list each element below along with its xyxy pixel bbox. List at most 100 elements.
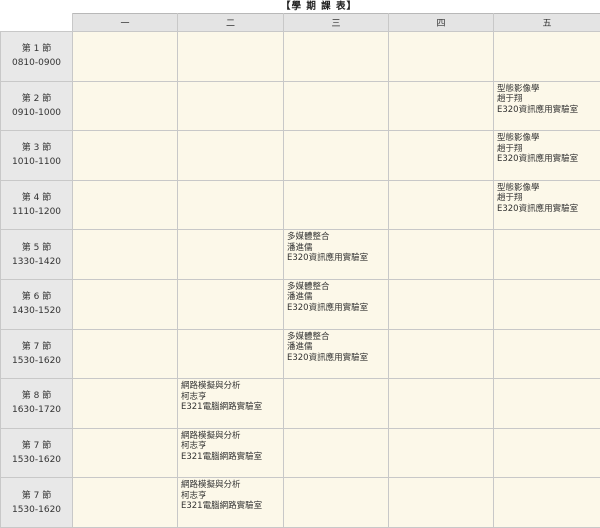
slot-cell	[284, 32, 389, 82]
period-label: 第 7 節1530-1620	[1, 428, 73, 478]
course-room: E321電腦網路實驗室	[181, 402, 283, 413]
timetable-title: 【學 期 課 表】	[0, 0, 600, 13]
day-header-mon: 一	[73, 14, 178, 32]
slot-cell	[73, 428, 178, 478]
course-name: 多媒體整合	[287, 282, 388, 293]
course-entry[interactable]: 型態影像學 趙于翔 E320資訊應用實驗室	[494, 181, 600, 215]
course-room: E321電腦網路實驗室	[181, 452, 283, 463]
slot-cell: 網路模擬與分析 柯志亨 E321電腦網路實驗室	[178, 428, 284, 478]
slot-cell	[389, 81, 494, 131]
slot-cell	[284, 379, 389, 429]
period-label: 第 3 節1010-1100	[1, 131, 73, 181]
timetable-grid: 一 二 三 四 五 第 1 節0810-0900 第 2 節0910-1000	[0, 13, 600, 528]
course-room: E320資訊應用實驗室	[497, 154, 600, 165]
day-header-fri: 五	[494, 14, 600, 32]
course-entry[interactable]: 多媒體整合 潘進儒 E320資訊應用實驗室	[284, 280, 388, 314]
course-teacher: 潘進儒	[287, 243, 388, 254]
slot-cell	[389, 279, 494, 329]
slot-cell	[389, 329, 494, 379]
course-room: E320資訊應用實驗室	[497, 204, 600, 215]
period-row: 第 3 節1010-1100 型態影像學 趙于翔 E320資訊應用實驗室	[1, 131, 600, 181]
header-corner	[1, 14, 73, 32]
course-name: 網路模擬與分析	[181, 381, 283, 392]
course-room: E321電腦網路實驗室	[181, 501, 283, 512]
slot-cell: 多媒體整合 潘進儒 E320資訊應用實驗室	[284, 230, 389, 280]
course-teacher: 潘進儒	[287, 292, 388, 303]
slot-cell	[73, 329, 178, 379]
course-entry[interactable]: 網路模擬與分析 柯志亨 E321電腦網路實驗室	[178, 429, 283, 463]
course-room: E320資訊應用實驗室	[287, 253, 388, 264]
slot-cell: 型態影像學 趙于翔 E320資訊應用實驗室	[494, 81, 600, 131]
course-name: 多媒體整合	[287, 232, 388, 243]
period-row: 第 4 節1110-1200 型態影像學 趙于翔 E320資訊應用實驗室	[1, 180, 600, 230]
day-header-row: 一 二 三 四 五	[1, 14, 600, 32]
slot-cell	[494, 428, 600, 478]
course-name: 型態影像學	[497, 183, 600, 194]
period-label: 第 7 節1530-1620	[1, 329, 73, 379]
slot-cell	[178, 131, 284, 181]
course-teacher: 潘進儒	[287, 342, 388, 353]
slot-cell	[73, 478, 178, 528]
slot-cell	[73, 230, 178, 280]
course-teacher: 柯志亨	[181, 392, 283, 403]
course-name: 網路模擬與分析	[181, 480, 283, 491]
slot-cell	[284, 81, 389, 131]
slot-cell	[389, 379, 494, 429]
timetable-page: 【學 期 課 表】 一 二 三 四 五 第 1 節0810-0900	[0, 0, 600, 526]
period-row: 第 6 節1430-1520 多媒體整合 潘進儒 E320資訊應用實驗室	[1, 279, 600, 329]
slot-cell: 網路模擬與分析 柯志亨 E321電腦網路實驗室	[178, 379, 284, 429]
slot-cell	[284, 428, 389, 478]
period-label: 第 8 節1630-1720	[1, 379, 73, 429]
slot-cell	[284, 478, 389, 528]
slot-cell	[178, 32, 284, 82]
slot-cell: 多媒體整合 潘進儒 E320資訊應用實驗室	[284, 329, 389, 379]
period-row: 第 2 節0910-1000 型態影像學 趙于翔 E320資訊應用實驗室	[1, 81, 600, 131]
day-header-thu: 四	[389, 14, 494, 32]
period-row: 第 8 節1630-1720 網路模擬與分析 柯志亨 E321電腦網路實驗室	[1, 379, 600, 429]
slot-cell	[494, 279, 600, 329]
period-label: 第 1 節0810-0900	[1, 32, 73, 82]
slot-cell	[389, 131, 494, 181]
slot-cell	[73, 379, 178, 429]
course-teacher: 柯志亨	[181, 491, 283, 502]
period-row: 第 1 節0810-0900	[1, 32, 600, 82]
slot-cell	[494, 329, 600, 379]
period-row: 第 7 節1530-1620 多媒體整合 潘進儒 E320資訊應用實驗室	[1, 329, 600, 379]
course-entry[interactable]: 多媒體整合 潘進儒 E320資訊應用實驗室	[284, 330, 388, 364]
slot-cell	[389, 230, 494, 280]
period-label: 第 7 節1530-1620	[1, 478, 73, 528]
period-row: 第 7 節1530-1620 網路模擬與分析 柯志亨 E321電腦網路實驗室	[1, 478, 600, 528]
period-row: 第 5 節1330-1420 多媒體整合 潘進儒 E320資訊應用實驗室	[1, 230, 600, 280]
slot-cell: 多媒體整合 潘進儒 E320資訊應用實驗室	[284, 279, 389, 329]
slot-cell: 型態影像學 趙于翔 E320資訊應用實驗室	[494, 180, 600, 230]
slot-cell	[73, 131, 178, 181]
slot-cell	[178, 329, 284, 379]
slot-cell	[73, 180, 178, 230]
slot-cell	[178, 180, 284, 230]
period-label: 第 6 節1430-1520	[1, 279, 73, 329]
slot-cell	[178, 81, 284, 131]
slot-cell: 網路模擬與分析 柯志亨 E321電腦網路實驗室	[178, 478, 284, 528]
course-name: 多媒體整合	[287, 332, 388, 343]
period-row: 第 7 節1530-1620 網路模擬與分析 柯志亨 E321電腦網路實驗室	[1, 428, 600, 478]
slot-cell	[494, 379, 600, 429]
course-entry[interactable]: 網路模擬與分析 柯志亨 E321電腦網路實驗室	[178, 379, 283, 413]
slot-cell	[284, 180, 389, 230]
course-teacher: 趙于翔	[497, 94, 600, 105]
slot-cell	[494, 32, 600, 82]
slot-cell	[284, 131, 389, 181]
slot-cell	[73, 279, 178, 329]
course-entry[interactable]: 型態影像學 趙于翔 E320資訊應用實驗室	[494, 131, 600, 165]
period-label: 第 4 節1110-1200	[1, 180, 73, 230]
course-entry[interactable]: 型態影像學 趙于翔 E320資訊應用實驗室	[494, 82, 600, 116]
course-entry[interactable]: 網路模擬與分析 柯志亨 E321電腦網路實驗室	[178, 478, 283, 512]
slot-cell	[389, 478, 494, 528]
slot-cell	[73, 81, 178, 131]
slot-cell: 型態影像學 趙于翔 E320資訊應用實驗室	[494, 131, 600, 181]
slot-cell	[73, 32, 178, 82]
slot-cell	[389, 428, 494, 478]
slot-cell	[178, 279, 284, 329]
course-entry[interactable]: 多媒體整合 潘進儒 E320資訊應用實驗室	[284, 230, 388, 264]
course-teacher: 柯志亨	[181, 441, 283, 452]
period-label: 第 2 節0910-1000	[1, 81, 73, 131]
